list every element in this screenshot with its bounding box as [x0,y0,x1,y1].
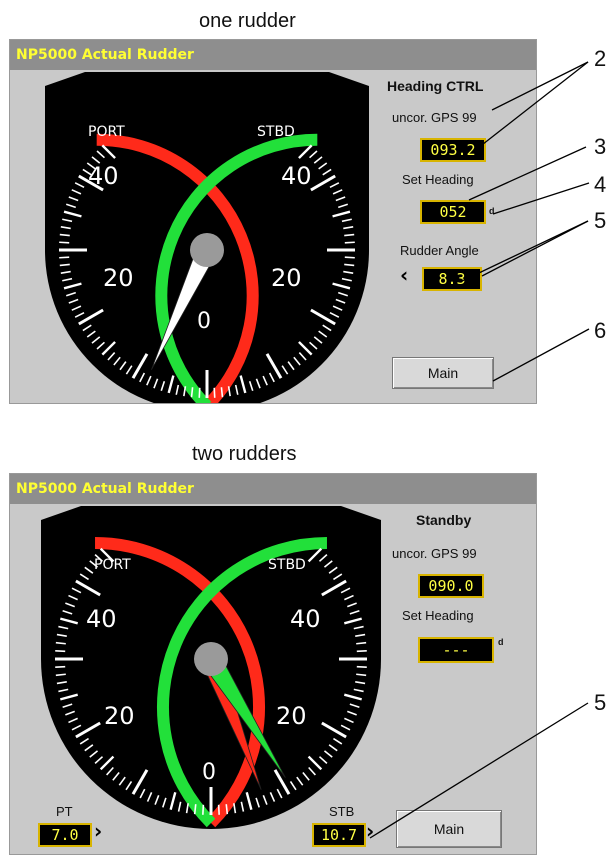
set-heading-unit: d [489,206,495,216]
gauge-tick [55,641,66,645]
rudder-angle-value: 8.3 [422,267,482,291]
gauge-tick [356,650,367,653]
rudder-panel-two: NP5000 Actual Rudder PORT STBD 40 20 0 2… [9,473,537,855]
scale-label-stbd-40: 40 [290,605,321,633]
gauge-tick [202,804,205,815]
rudder-panel-one: NP5000 Actual Rudder PORT STBD 40 20 0 2… [9,39,537,404]
gauge-tick [59,263,70,267]
set-heading-unit: d [498,637,504,647]
needle-hub [190,233,224,267]
port-label: PORT [88,124,125,140]
chevron-right-icon: › [366,819,375,843]
callout-6: 6 [594,318,607,343]
rudder-angle-label: Rudder Angle [400,243,479,258]
scale-label-port-20: 20 [103,264,134,292]
gauge-tick [55,673,66,677]
panel-title: NP5000 Actual Rudder [10,474,536,504]
scale-label-zero: 0 [197,309,211,334]
mode-label: Heading CTRL [387,78,484,94]
scale-label-zero: 0 [202,760,216,785]
chevron-right-icon: › [94,819,103,843]
caption-two-rudders: two rudders [192,443,297,465]
gauge-tick [344,256,355,259]
gauge-tick [55,665,66,668]
rudder-gauge: PORT STBD 40 20 0 20 40 [45,72,369,403]
set-heading-label: Set Heading [402,608,474,623]
set-heading-value[interactable]: 052 [420,200,486,224]
callout-3: 3 [594,134,607,159]
gauge-tick [220,387,224,398]
callout-2: 2 [594,46,607,71]
stbd-label: STBD [268,557,306,573]
gauge-tick [356,673,367,677]
port-label: PORT [94,557,131,573]
callout-5: 5 [594,208,607,233]
gauge-tick [344,241,355,244]
mode-label: Standby [416,512,472,528]
gauge-tick [344,233,355,237]
gauge-tick [59,256,70,259]
gauge-tick [55,650,66,653]
scale-label-port-20: 20 [104,702,135,730]
port-rudder-label: PT [56,804,73,819]
callout-4: 4 [594,172,607,197]
gps-label: uncor. GPS 99 [392,546,477,561]
port-rudder-value: 7.0 [38,823,92,847]
stbd-label: STBD [257,124,295,140]
gauge-tick [59,241,70,244]
stbd-rudder-label: STB [329,804,355,819]
gauge-tick [193,804,197,815]
gps-value: 090.0 [418,574,484,598]
needle-hub [194,642,228,676]
gauge-tick [198,387,201,398]
scale-label-stbd-40: 40 [281,162,312,190]
chevron-left-icon: ‹ [400,263,409,287]
gauge-tick [356,665,367,668]
gauge-tick [190,387,194,398]
caption-one-rudder: one rudder [199,10,296,32]
scale-label-port-40: 40 [86,605,117,633]
main-button[interactable]: Main [392,357,494,389]
scale-label-port-40: 40 [88,162,119,190]
panel-title: NP5000 Actual Rudder [10,40,536,70]
gauge-tick [217,804,220,815]
main-button[interactable]: Main [396,810,502,848]
set-heading-label: Set Heading [402,172,474,187]
set-heading-value[interactable]: --- [418,637,494,663]
stbd-rudder-value: 10.7 [312,823,366,847]
gauge-tick [356,641,367,645]
scale-label-stbd-20: 20 [276,702,307,730]
scale-label-stbd-20: 20 [271,264,302,292]
rudder-gauge: PORT STBD 40 20 0 20 40 [41,506,381,829]
gps-label: uncor. GPS 99 [392,110,477,125]
gauge-tick [213,387,216,398]
gps-value: 093.2 [420,138,486,162]
gauge-tick [59,233,70,237]
gauge-tick [225,804,229,815]
gauge-tick [344,263,355,267]
callout-5: 5 [594,690,607,715]
